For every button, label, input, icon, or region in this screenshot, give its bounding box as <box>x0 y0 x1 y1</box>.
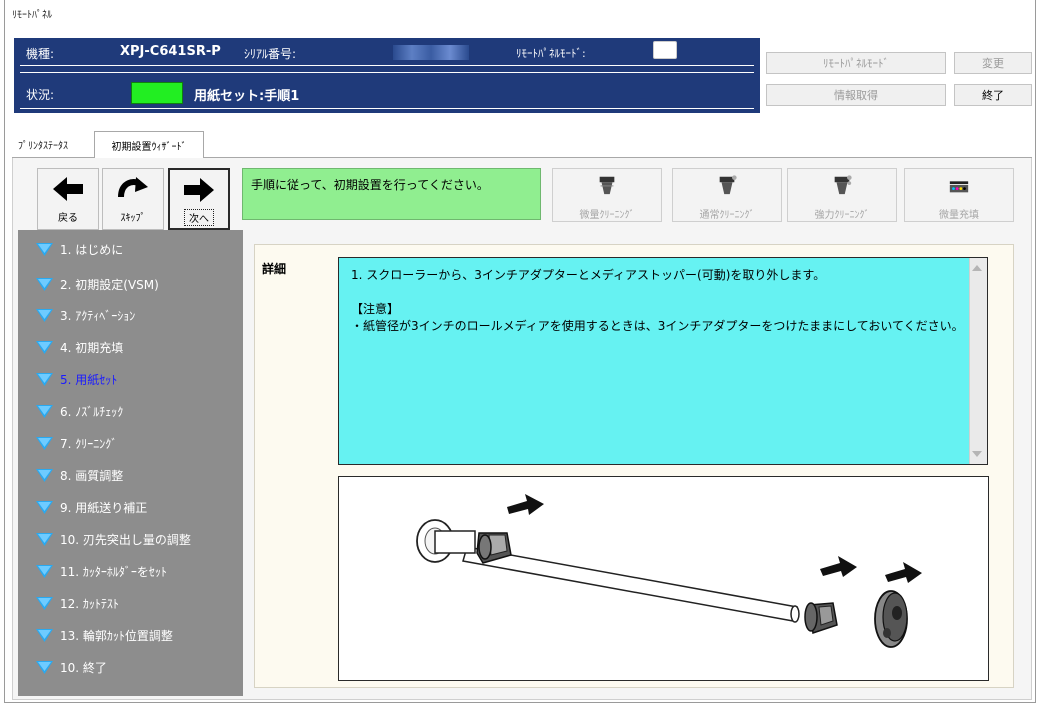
wizard-step-label: 4. 初期充填 <box>60 340 124 355</box>
status-indicator <box>131 82 183 104</box>
wizard-step-label: 6. ﾉｽﾞﾙﾁｪｯｸ <box>60 404 124 419</box>
triangle-down-icon <box>36 404 53 418</box>
wizard-step-10[interactable]: 10. 刃先突出し量の調整 <box>18 524 243 554</box>
header-divider <box>20 72 754 73</box>
wizard-step-label: 13. 輪郭ｶｯﾄ位置調整 <box>60 628 173 643</box>
wizard-step-2[interactable]: 2. 初期設定(VSM) <box>18 269 243 299</box>
triangle-down-icon <box>36 308 53 322</box>
detail-label: 詳細 <box>262 262 287 276</box>
wizard-step-8[interactable]: 8. 画質調整 <box>18 460 243 490</box>
strong-cleaning-label: 強力ｸﾘｰﾆﾝｸﾞ <box>814 210 870 221</box>
back-label: 戻る <box>58 213 78 224</box>
model-label: 機種: <box>26 47 55 61</box>
wizard-step-label: 5. 用紙ｾｯﾄ <box>60 372 118 387</box>
get-info-button[interactable]: 情報取得 <box>766 84 946 106</box>
wizard-step-4[interactable]: 4. 初期充填 <box>18 332 243 362</box>
triangle-down-icon <box>36 628 53 642</box>
skip-label: ｽｷｯﾌﾟ <box>120 213 146 224</box>
next-label: 次へ <box>184 209 214 226</box>
triangle-down-icon <box>36 596 53 610</box>
detail-textbox[interactable]: 1. スクローラーから、3インチアダプターとメディアストッパー(可動)を取り外し… <box>338 257 988 465</box>
normal-cleaning-label: 通常ｸﾘｰﾆﾝｸﾞ <box>699 210 755 221</box>
micro-fill-button[interactable]: 微量充填 <box>904 168 1014 222</box>
remote-mode-label: ﾘﾓｰﾄﾊﾟﾈﾙﾓｰﾄﾞ: <box>516 47 586 60</box>
tab-printer-status[interactable]: ﾌﾟﾘﾝﾀｽﾃｰﾀｽ <box>18 137 68 157</box>
triangle-down-icon <box>36 500 53 514</box>
note-body: ・紙管径が3インチのロールメディアを使用するときは、3インチアダプターをつけたま… <box>351 319 964 333</box>
wizard-step-3[interactable]: 3. ｱｸﾃｨﾍﾞｰｼｮﾝ <box>18 300 243 330</box>
wizard-step-5[interactable]: 5. 用紙ｾｯﾄ <box>18 364 243 394</box>
wizard-step-1[interactable]: 1. はじめに <box>18 234 243 264</box>
next-button[interactable]: 次へ <box>168 168 230 230</box>
note-title: 【注意】 <box>351 302 400 316</box>
header-divider <box>20 108 754 109</box>
exit-button[interactable]: 終了 <box>954 84 1032 106</box>
micro-cleaning-button[interactable]: 微量ｸﾘｰﾆﾝｸﾞ <box>552 168 662 222</box>
triangle-down-icon <box>36 436 53 450</box>
triangle-down-icon <box>36 340 53 354</box>
triangle-down-icon <box>36 242 53 256</box>
triangle-down-icon <box>36 468 53 482</box>
wizard-step-11[interactable]: 11. ｶｯﾀｰﾎﾙﾀﾞｰをｾｯﾄ <box>18 556 243 586</box>
wizard-step-label: 3. ｱｸﾃｨﾍﾞｰｼｮﾝ <box>60 308 136 323</box>
detail-line: 1. スクローラーから、3インチアダプターとメディアストッパー(可動)を取り外し… <box>351 268 826 282</box>
normal-cleaning-icon <box>719 175 737 195</box>
wizard-step-label: 9. 用紙送り補正 <box>60 500 148 515</box>
change-button[interactable]: 変更 <box>954 52 1032 74</box>
instruction-message: 手順に従って、初期設置を行ってください。 <box>242 168 541 220</box>
wizard-step-7[interactable]: 7. ｸﾘｰﾆﾝｸﾞ <box>18 428 243 458</box>
micro-cleaning-icon <box>599 176 615 195</box>
triangle-down-icon <box>36 660 53 674</box>
serial-number-masked <box>393 45 469 60</box>
wizard-step-label: 10. 終了 <box>60 660 107 675</box>
window-title: ﾘﾓｰﾄﾊﾟﾈﾙ <box>12 10 52 21</box>
wizard-step-13[interactable]: 13. 輪郭ｶｯﾄ位置調整 <box>18 620 243 650</box>
scroller-adapter-removal-illustration <box>416 494 922 648</box>
serial-label: ｼﾘｱﾙ番号: <box>244 47 297 61</box>
strong-cleaning-button[interactable]: 強力ｸﾘｰﾆﾝｸﾞ <box>787 168 897 222</box>
scroll-down-icon[interactable] <box>972 451 982 457</box>
detail-scrollbar[interactable] <box>969 258 987 464</box>
instruction-image <box>338 476 989 681</box>
remote-mode-button[interactable]: ﾘﾓｰﾄﾊﾟﾈﾙﾓｰﾄﾞ <box>766 52 946 74</box>
wizard-step-label: 1. はじめに <box>60 242 124 257</box>
model-value: XPJ-C641SR-P <box>120 44 221 59</box>
wizard-step-list: 1. はじめに 2. 初期設定(VSM) 3. ｱｸﾃｨﾍﾞｰｼｮﾝ 4. 初期… <box>18 230 243 696</box>
back-button[interactable]: 戻る <box>37 168 99 230</box>
wizard-step-12[interactable]: 12. ｶｯﾄﾃｽﾄ <box>18 588 243 618</box>
arrow-left-icon <box>53 177 83 201</box>
triangle-down-icon <box>36 564 53 578</box>
strong-cleaning-icon <box>834 175 852 195</box>
normal-cleaning-button[interactable]: 通常ｸﾘｰﾆﾝｸﾞ <box>672 168 782 222</box>
detail-spacer <box>351 284 975 301</box>
wizard-step-label: 12. ｶｯﾄﾃｽﾄ <box>60 596 119 611</box>
wizard-step-label: 2. 初期設定(VSM) <box>60 277 159 292</box>
triangle-down-icon <box>36 277 53 291</box>
wizard-step-label: 10. 刃先突出し量の調整 <box>60 532 191 547</box>
remote-mode-checkbox[interactable] <box>653 41 677 59</box>
wizard-step-label: 8. 画質調整 <box>60 468 124 483</box>
triangle-down-icon <box>36 532 53 546</box>
wizard-step-9[interactable]: 9. 用紙送り補正 <box>18 492 243 522</box>
redo-arrow-icon <box>118 177 148 198</box>
status-label: 状況: <box>26 88 55 102</box>
micro-fill-icon <box>949 181 969 193</box>
wizard-step-14[interactable]: 10. 終了 <box>18 652 243 682</box>
scroll-up-icon[interactable] <box>972 265 982 271</box>
skip-button[interactable]: ｽｷｯﾌﾟ <box>102 168 164 230</box>
triangle-down-icon <box>36 372 53 386</box>
wizard-step-label: 11. ｶｯﾀｰﾎﾙﾀﾞｰをｾｯﾄ <box>60 564 167 579</box>
arrow-right-icon <box>184 178 214 202</box>
tab-initial-setup-wizard[interactable]: 初期設置ｳｨｻﾞｰﾄﾞ <box>94 131 204 158</box>
micro-cleaning-label: 微量ｸﾘｰﾆﾝｸﾞ <box>579 210 635 221</box>
status-text: 用紙セット:手順1 <box>194 89 300 104</box>
wizard-step-label: 7. ｸﾘｰﾆﾝｸﾞ <box>60 436 118 451</box>
micro-fill-label: 微量充填 <box>939 210 979 221</box>
wizard-step-6[interactable]: 6. ﾉｽﾞﾙﾁｪｯｸ <box>18 396 243 426</box>
header-divider <box>20 65 754 66</box>
